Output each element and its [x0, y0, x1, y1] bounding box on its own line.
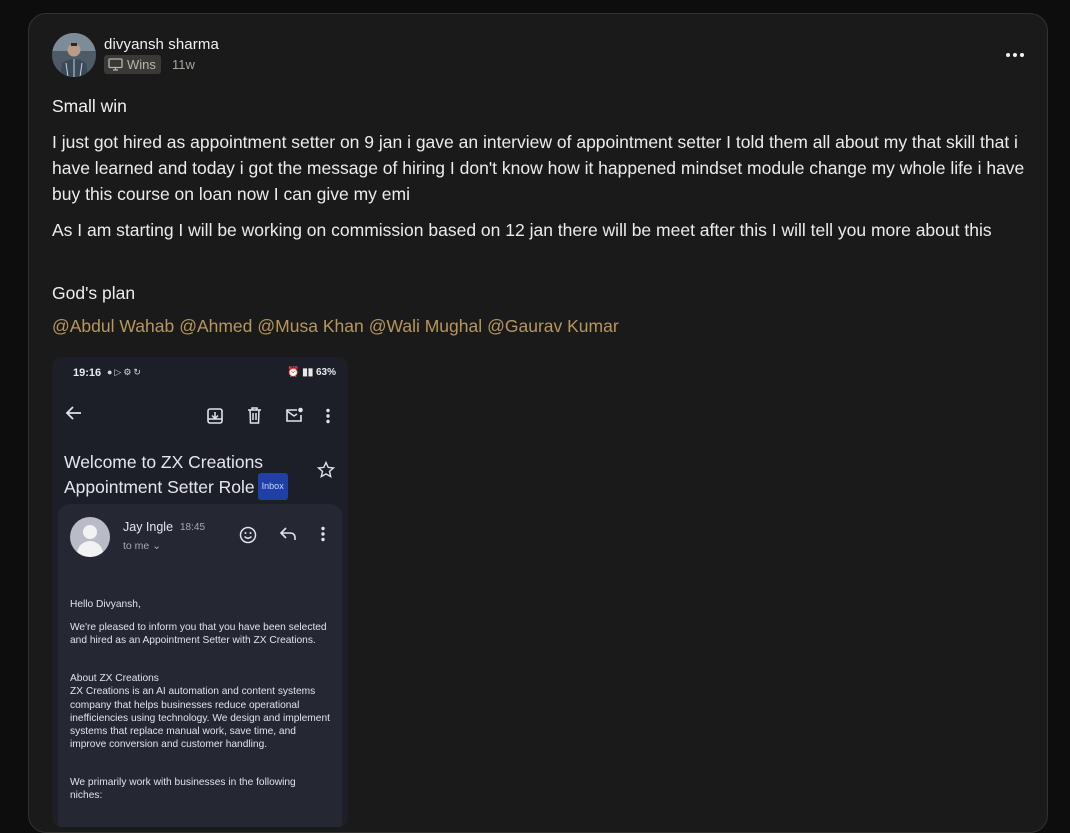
- reply-icon: [279, 527, 296, 540]
- status-bar-time: 19:16: [73, 367, 102, 379]
- attached-screenshot[interactable]: 19:16 ●▷⚙↻ ⏰ ▮▮ 63% Welcome to ZX Creati…: [52, 357, 348, 827]
- post-title: Small win: [52, 96, 127, 116]
- more-dot-icon: [1013, 53, 1017, 57]
- email-subject: Welcome to ZX Creations Appointment Sett…: [64, 450, 314, 502]
- avatar-photo: [52, 33, 96, 77]
- post-card: divyansh sharma Wins 11w Small win I jus…: [28, 13, 1048, 833]
- mention-link[interactable]: @Wali Mughal: [369, 316, 482, 337]
- back-arrow-icon: [65, 406, 81, 420]
- more-dot-icon: [1020, 53, 1024, 57]
- email-paragraph: We're pleased to inform you that you hav…: [70, 622, 327, 647]
- archive-icon: [207, 408, 223, 424]
- author-name[interactable]: divyansh sharma: [104, 36, 219, 53]
- mark-unread-icon: [286, 407, 303, 422]
- sender-avatar-icon: [70, 517, 110, 557]
- signal-icon: ⏰ ▮▮: [286, 367, 316, 378]
- email-paragraph: We primarily work with businesses in the…: [70, 777, 296, 802]
- message-overflow-icon: [321, 526, 325, 542]
- email-about-body: ZX Creations is an AI automation and con…: [70, 686, 330, 751]
- email-about-section: About ZX Creations ZX Creations is an AI…: [70, 672, 330, 752]
- status-bar-notification-icons: ●▷⚙↻: [107, 367, 143, 377]
- recipient-label: to me ⌄: [123, 540, 161, 552]
- category-chip[interactable]: Wins: [104, 55, 161, 74]
- emoji-reaction-icon: [239, 526, 257, 544]
- monitor-icon: [108, 58, 123, 71]
- mention-link[interactable]: @Musa Khan: [257, 316, 363, 337]
- sender-name: Jay Ingle: [123, 520, 174, 534]
- more-dot-icon: [1006, 53, 1010, 57]
- chevron-down-icon: ⌄: [152, 540, 161, 552]
- post-paragraph: I just got hired as appointment setter o…: [52, 132, 1025, 204]
- post-age[interactable]: 11w: [172, 57, 195, 72]
- more-options-button[interactable]: [1003, 46, 1027, 64]
- mentions-row: @Abdul Wahab @Ahmed @Musa Khan @Wali Mug…: [52, 316, 619, 337]
- trash-icon: [248, 407, 261, 424]
- email-about-heading: About ZX Creations: [70, 673, 159, 684]
- inbox-label-badge: Inbox: [257, 473, 288, 500]
- email-message-card: Jay Ingle 18:45 to me ⌄ Hello Divyansh,: [58, 504, 342, 827]
- category-label: Wins: [127, 57, 156, 72]
- overflow-menu-icon: [326, 408, 330, 424]
- mention-link[interactable]: @Abdul Wahab: [52, 316, 174, 337]
- author-avatar[interactable]: [52, 33, 96, 77]
- status-bar-battery: ⏰ ▮▮ 63%: [286, 367, 336, 378]
- mention-link[interactable]: @Gaurav Kumar: [487, 316, 619, 337]
- mention-link[interactable]: @Ahmed: [179, 316, 252, 337]
- star-icon: [317, 461, 335, 479]
- sent-time: 18:45: [180, 522, 206, 533]
- post-paragraph: As I am starting I will be working on co…: [52, 220, 992, 240]
- email-greeting: Hello Divyansh,: [70, 599, 141, 610]
- post-paragraph: God's plan: [52, 283, 136, 303]
